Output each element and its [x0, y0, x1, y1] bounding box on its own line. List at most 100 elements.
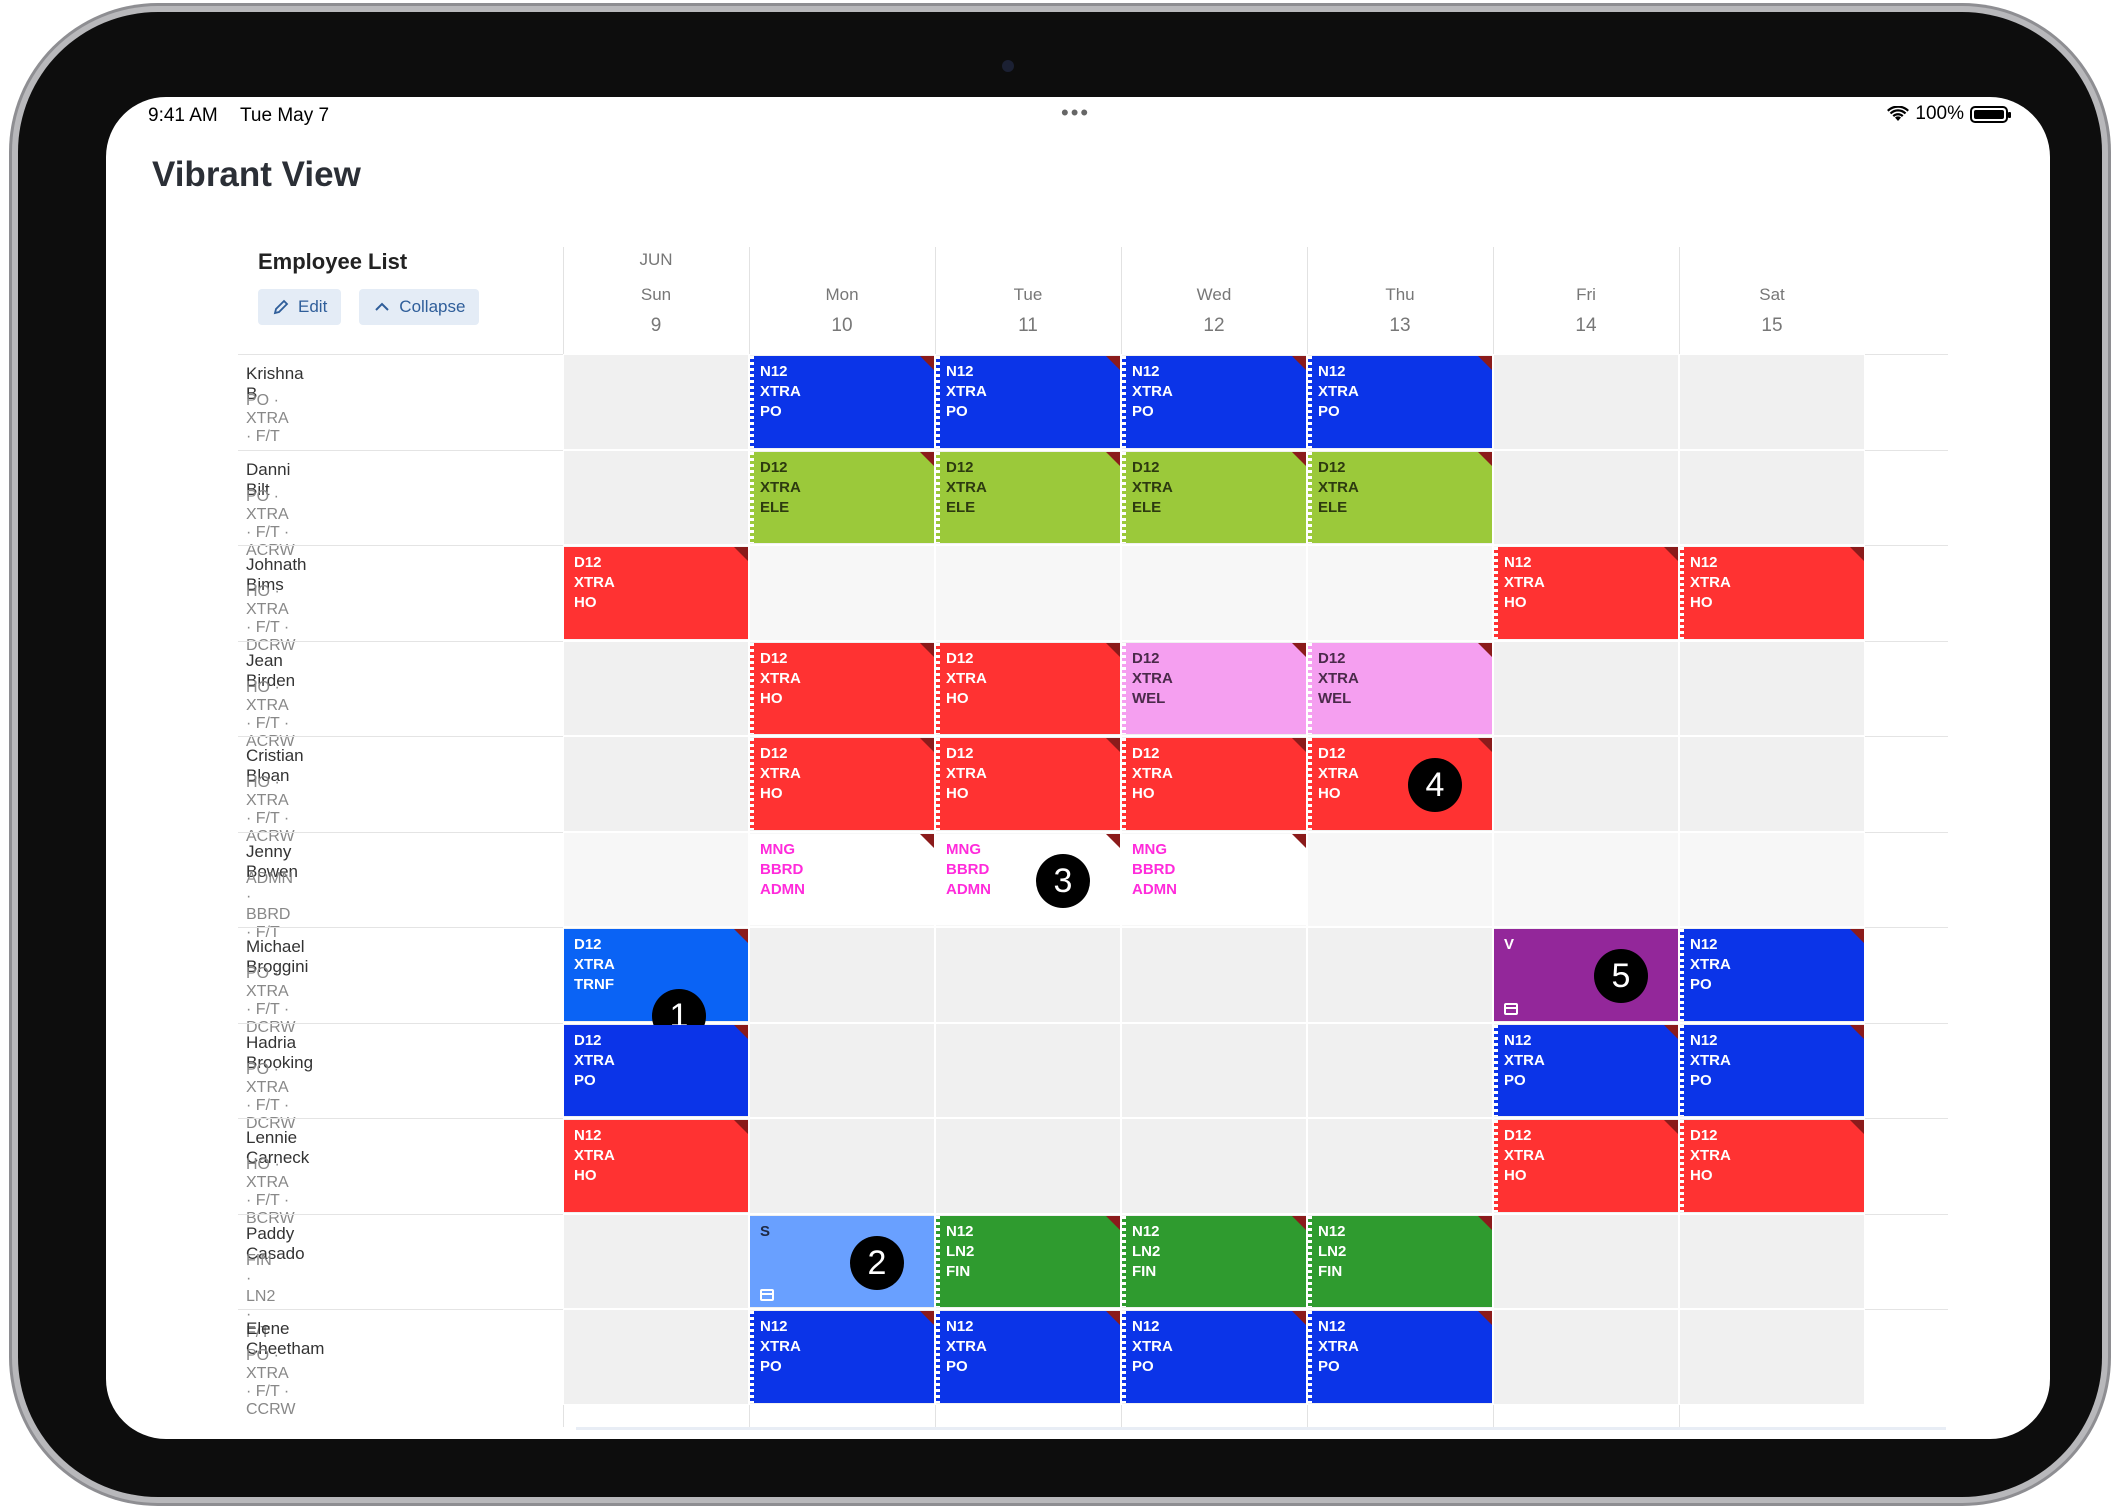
shift-block[interactable]: D12 XTRA HO: [750, 642, 934, 734]
schedule-cell[interactable]: [935, 545, 1121, 641]
shift-block[interactable]: D12 XTRA ELE: [936, 451, 1120, 543]
day-header-sun[interactable]: Sun 9: [563, 285, 749, 337]
schedule-cell[interactable]: [1679, 1309, 1865, 1405]
horizontal-scrollbar[interactable]: [576, 1427, 1946, 1430]
collapse-button[interactable]: Collapse: [359, 289, 480, 325]
shift-block[interactable]: N12 XTRA PO: [1122, 356, 1306, 448]
day-header-tue[interactable]: Tue 11: [935, 285, 1121, 337]
shift-block[interactable]: D12 XTRA PO: [564, 1024, 748, 1116]
shift-block[interactable]: D12 XTRA HO: [936, 642, 1120, 734]
schedule-cell[interactable]: [563, 449, 749, 545]
edit-button[interactable]: Edit: [258, 289, 342, 325]
day-header-wed[interactable]: Wed 12: [1121, 285, 1307, 337]
schedule-cell[interactable]: [563, 831, 749, 927]
schedule-cell[interactable]: [1121, 545, 1307, 641]
shift-code: PO: [760, 403, 782, 420]
day-header-fri[interactable]: Fri 14: [1493, 285, 1679, 337]
employee-meta: PO · XTRA · F/T · DCRW: [246, 1060, 296, 1132]
shift-block[interactable]: MNG BBRD ADMN: [750, 833, 934, 925]
shift-block[interactable]: D12 XTRA HO: [564, 547, 748, 639]
shift-block[interactable]: D12 XTRA WEL: [1122, 642, 1306, 734]
schedule-cell[interactable]: [935, 927, 1121, 1023]
shift-code: N12: [946, 363, 974, 380]
shift-block[interactable]: D12 XTRA HO: [1122, 738, 1306, 830]
schedule-cell[interactable]: [749, 545, 935, 641]
shift-block[interactable]: N12 LN2 FIN: [936, 1215, 1120, 1307]
schedule-cell[interactable]: [563, 1213, 749, 1309]
device-bezel: 9:41 AM Tue May 7 ••• 100% Vibrant View …: [18, 12, 2102, 1497]
schedule-cell[interactable]: [1493, 354, 1679, 450]
shift-block[interactable]: N12 XTRA PO: [1680, 1024, 1864, 1116]
shift-code: XTRA: [1318, 1338, 1359, 1355]
schedule-cell[interactable]: [563, 354, 749, 450]
shift-block[interactable]: D12 XTRA HO: [1680, 1120, 1864, 1212]
shift-block[interactable]: D12 XTRA HO: [1494, 1120, 1678, 1212]
multitask-dots-icon[interactable]: •••: [1061, 100, 1090, 126]
shift-block[interactable]: N12 XTRA PO: [1494, 1024, 1678, 1116]
shift-block[interactable]: N12 LN2 FIN: [1308, 1215, 1492, 1307]
shift-block[interactable]: N12 XTRA PO: [1308, 356, 1492, 448]
employee-meta: HO · XTRA · F/T · ACRW: [246, 678, 295, 750]
note-corner-icon: [920, 451, 934, 466]
shift-block[interactable]: N12 XTRA HO: [1680, 547, 1864, 639]
shift-block[interactable]: D12 XTRA HO: [936, 738, 1120, 830]
schedule-cell[interactable]: [1307, 831, 1493, 927]
shift-block[interactable]: N12 XTRA PO: [1680, 929, 1864, 1021]
schedule-cell[interactable]: [1307, 1022, 1493, 1118]
shift-block[interactable]: V5: [1494, 929, 1678, 1021]
note-corner-icon: [1292, 738, 1306, 752]
schedule-cell[interactable]: [1493, 449, 1679, 545]
schedule-cell[interactable]: [1493, 1213, 1679, 1309]
shift-block[interactable]: D12 XTRA TRNF 1: [564, 929, 748, 1043]
shift-block[interactable]: N12 XTRA PO: [750, 356, 934, 448]
schedule-cell[interactable]: [1493, 736, 1679, 832]
shift-block[interactable]: MNG BBRD ADMN: [1122, 833, 1306, 925]
day-header-mon[interactable]: Mon 10: [749, 285, 935, 337]
schedule-cell[interactable]: [1493, 1309, 1679, 1405]
schedule-cell[interactable]: [1679, 354, 1865, 450]
day-header-thu[interactable]: Thu 13: [1307, 285, 1493, 337]
schedule-cell[interactable]: [935, 1022, 1121, 1118]
shift-block[interactable]: N12 XTRA PO: [936, 1311, 1120, 1403]
shift-block[interactable]: N12 XTRA HO: [564, 1120, 748, 1212]
shift-block[interactable]: N12 XTRA PO: [750, 1311, 934, 1403]
schedule-cell[interactable]: [1679, 449, 1865, 545]
schedule-cell[interactable]: [563, 736, 749, 832]
schedule-cell[interactable]: [1493, 640, 1679, 736]
schedule-cell[interactable]: [749, 1118, 935, 1214]
schedule-cell[interactable]: [1493, 831, 1679, 927]
shift-block[interactable]: MNG BBRD ADMN 3: [936, 833, 1120, 925]
schedule-cell[interactable]: [563, 1309, 749, 1405]
shift-code: MNG: [946, 840, 981, 858]
schedule-cell[interactable]: [1307, 927, 1493, 1023]
schedule-cell[interactable]: [1679, 1213, 1865, 1309]
shift-block[interactable]: N12 XTRA PO: [936, 356, 1120, 448]
shift-code: XTRA: [1504, 574, 1545, 591]
shift-block[interactable]: N12 XTRA PO: [1308, 1311, 1492, 1403]
shift-block[interactable]: D12 XTRA HO: [750, 738, 934, 830]
schedule-cell[interactable]: [1121, 927, 1307, 1023]
day-header-sat[interactable]: Sat 15: [1679, 285, 1865, 337]
shift-block[interactable]: D12 XTRA HO 4: [1308, 738, 1492, 830]
schedule-cell[interactable]: [1679, 640, 1865, 736]
shift-block[interactable]: D12 XTRA ELE: [750, 451, 934, 543]
schedule-cell[interactable]: [935, 1118, 1121, 1214]
schedule-cell[interactable]: [1307, 1118, 1493, 1214]
shift-block[interactable]: S2: [750, 1215, 934, 1307]
schedule-cell[interactable]: [1121, 1118, 1307, 1214]
shift-code: TRNF: [574, 976, 614, 993]
shift-block[interactable]: N12 XTRA HO: [1494, 547, 1678, 639]
schedule-cell[interactable]: [1307, 545, 1493, 641]
shift-block[interactable]: D12 XTRA WEL: [1308, 642, 1492, 734]
shift-block[interactable]: D12 XTRA ELE: [1122, 451, 1306, 543]
schedule-cell[interactable]: [563, 640, 749, 736]
shift-block[interactable]: D12 XTRA ELE: [1308, 451, 1492, 543]
schedule-cell[interactable]: [1679, 831, 1865, 927]
schedule-cell[interactable]: [1121, 1022, 1307, 1118]
shift-block[interactable]: N12 LN2 FIN: [1122, 1215, 1306, 1307]
shift-code: XTRA: [946, 478, 987, 496]
shift-block[interactable]: N12 XTRA PO: [1122, 1311, 1306, 1403]
schedule-cell[interactable]: [1679, 736, 1865, 832]
schedule-cell[interactable]: [749, 1022, 935, 1118]
schedule-cell[interactable]: [749, 927, 935, 1023]
